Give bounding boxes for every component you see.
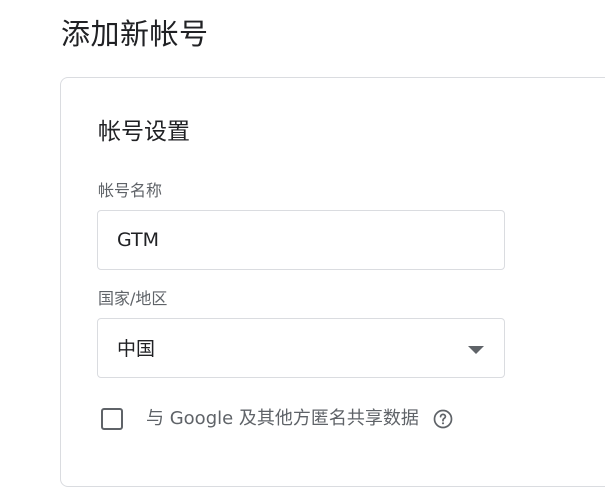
add-account-page: 添加新帐号 帐号设置 帐号名称 国家/地区 中国 与 Google 及其他方匿名… xyxy=(0,0,605,504)
chevron-down-icon xyxy=(468,346,484,354)
page-title: 添加新帐号 xyxy=(61,17,209,51)
country-select-value: 中国 xyxy=(117,338,156,360)
share-data-row: 与 Google 及其他方匿名共享数据 xyxy=(101,404,453,434)
account-name-label: 帐号名称 xyxy=(98,181,163,200)
country-select[interactable]: 中国 xyxy=(97,318,505,378)
help-circle-icon[interactable] xyxy=(433,409,453,429)
section-title: 帐号设置 xyxy=(98,119,190,145)
account-settings-card: 帐号设置 帐号名称 国家/地区 中国 与 Google 及其他方匿名共享数据 xyxy=(60,77,605,487)
country-label: 国家/地区 xyxy=(98,289,168,308)
share-data-label: 与 Google 及其他方匿名共享数据 xyxy=(146,408,419,429)
share-data-checkbox[interactable] xyxy=(101,408,123,430)
account-name-input[interactable] xyxy=(97,210,505,270)
